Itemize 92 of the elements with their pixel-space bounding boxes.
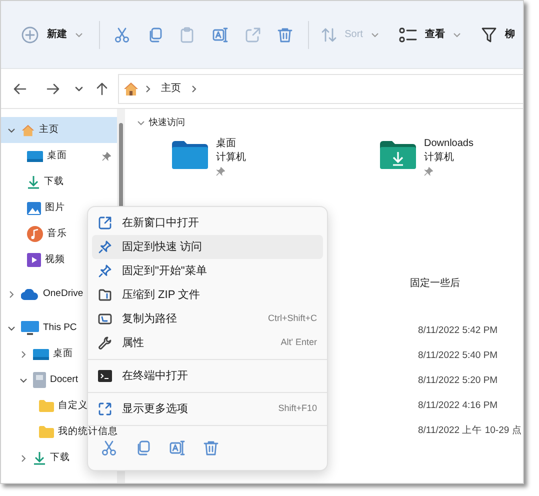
chevron-right-icon: [145, 84, 151, 92]
zip-folder-icon: [98, 288, 112, 302]
nav-item[interactable]: OneDrive: [1, 281, 84, 307]
menu-item[interactable]: 固定到"开始"菜单: [92, 259, 323, 283]
monitor-icon: [21, 321, 39, 335]
column-header: 固定一些后: [410, 276, 461, 291]
drive-icon: [33, 372, 46, 388]
arrow-left-icon: [13, 82, 27, 96]
arrow-up-icon: [95, 82, 109, 96]
nav-item[interactable]: 下载: [1, 445, 70, 471]
picture-icon: [27, 202, 41, 214]
rename-icon: [212, 26, 228, 42]
clipboard-icon: [179, 26, 196, 42]
nav-item[interactable]: 桌面: [1, 341, 73, 367]
chevron-down-icon: [137, 120, 145, 126]
video-icon: [27, 253, 41, 267]
folder-icon: [172, 141, 208, 169]
chevron-down-icon: [19, 376, 29, 384]
chevron-down-icon: [370, 32, 379, 38]
menu-item[interactable]: 固定到快速 访问: [92, 235, 323, 259]
wrench-icon: [98, 336, 112, 350]
nav-item[interactable]: 下载: [1, 169, 64, 195]
tile-location: 计算机: [424, 151, 455, 165]
tile-location: 计算机: [216, 151, 246, 165]
share-icon: [244, 26, 261, 42]
nav-item[interactable]: 桌面: [1, 143, 117, 169]
menu-item[interactable]: 显示更多选项 Shift+F10: [92, 397, 323, 421]
sort-icon: [320, 26, 337, 42]
arrow-right-icon: [46, 82, 60, 96]
address-bar[interactable]: 主页: [118, 74, 523, 104]
menu-item[interactable]: 在终端中打开: [92, 364, 323, 388]
pin-icon: [98, 264, 112, 278]
scissors-icon: [101, 440, 117, 456]
monitor-icon: [27, 150, 43, 162]
shortcut-text: Ctrl+Shift+C: [268, 312, 317, 326]
nav-item[interactable]: 我的统计信息: [1, 419, 118, 445]
open-window-icon: [98, 216, 112, 230]
add-icon: [21, 26, 39, 44]
folder-icon: [39, 400, 54, 412]
date-cell-text: 8/11/2022 5:20 PM: [418, 374, 499, 388]
quick-access-tile[interactable]: 桌面 计算机: [172, 137, 272, 176]
view-button[interactable]: 查看: [386, 18, 473, 52]
nav-item[interactable]: This PC: [1, 315, 77, 341]
chevron-right-icon: [191, 84, 197, 92]
terminal-icon: [98, 370, 112, 382]
path-icon: [98, 312, 112, 326]
expand-icon: [98, 402, 112, 416]
download-icon: [27, 175, 40, 189]
monitor-icon: [33, 348, 49, 360]
nav-item[interactable]: 音乐: [1, 221, 67, 247]
breadcrumb[interactable]: 主页: [157, 81, 185, 96]
shortcut-text: Alt' Enter: [280, 336, 317, 350]
home-icon: [123, 80, 139, 96]
pin-icon: [98, 240, 112, 254]
trash-icon: [203, 440, 219, 456]
list-view-icon: [398, 26, 417, 42]
nav-item[interactable]: 图片: [1, 195, 65, 221]
date-cell-text: 8/11/2022 5:42 PM: [418, 324, 499, 338]
nav-item[interactable]: 主页: [1, 117, 117, 143]
pin-icon: [102, 152, 111, 160]
scissors-icon: [114, 26, 130, 42]
menu-item[interactable]: 复制为路径 Ctrl+Shift+C: [92, 307, 323, 331]
filter-button[interactable]: 柳: [476, 18, 519, 52]
new-button[interactable]: 新建: [13, 18, 91, 52]
nav-item[interactable]: Docert: [1, 367, 78, 393]
chevron-down-icon: [7, 126, 17, 134]
tile-name: Downloads: [424, 137, 474, 151]
chevron-down-icon: [75, 32, 83, 38]
menu-item[interactable]: 属性 Alt' Enter: [92, 331, 323, 355]
folder-icon: [39, 426, 54, 438]
download-folder-icon: [380, 141, 416, 169]
date-cell-text: 8/11/2022 上午 10-29 点: [418, 424, 523, 438]
music-note-icon: [27, 226, 43, 242]
date-cell-text: 8/11/2022 5:40 PM: [418, 349, 499, 363]
chevron-down-icon: [452, 32, 461, 38]
chevron-down-icon: [7, 324, 17, 332]
trash-icon: [277, 26, 294, 42]
home-icon: [21, 124, 35, 136]
copy-icon: [135, 440, 151, 456]
date-cell-text: 8/11/2022 4:16 PM: [418, 399, 499, 413]
menu-item[interactable]: 在新窗口中打开: [92, 211, 323, 235]
quick-access-tile[interactable]: Downloads 计算机: [380, 137, 480, 176]
section-header: 快速访问: [149, 116, 185, 130]
rename-icon: [169, 440, 185, 456]
download-icon: [33, 451, 46, 465]
nav-item[interactable]: 自定义: [1, 393, 88, 419]
shortcut-text: Shift+F10: [278, 402, 317, 416]
nav-item[interactable]: 视频: [1, 247, 65, 273]
menu-item[interactable]: 压缩到 ZIP 文件: [92, 283, 323, 307]
filter-icon: [480, 26, 497, 42]
tile-name: 桌面: [216, 137, 237, 151]
cloud-icon: [21, 288, 39, 300]
